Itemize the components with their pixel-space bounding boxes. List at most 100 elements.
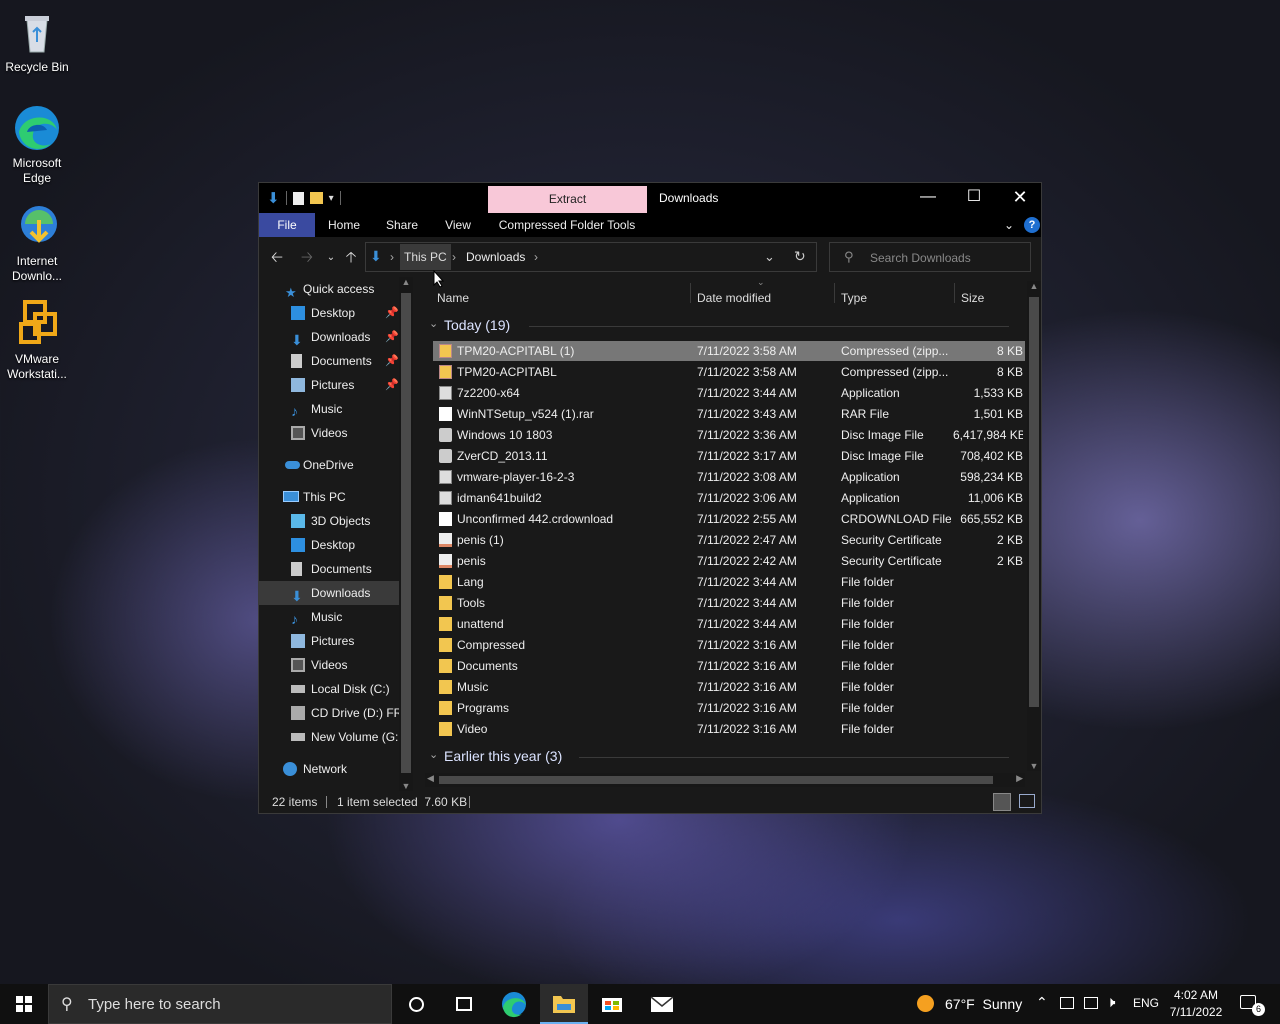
nav-this-pc[interactable]: This PC bbox=[259, 485, 399, 509]
file-row[interactable]: TPM20-ACPITABL (1) 7/11/2022 3:58 AM Compr… bbox=[433, 341, 1025, 361]
close-button[interactable]: ✕ bbox=[997, 183, 1043, 213]
scroll-right-arrow-icon[interactable]: ▶ bbox=[1016, 773, 1023, 784]
column-separator[interactable] bbox=[690, 283, 691, 303]
file-row[interactable]: TPM20-ACPITABL 7/11/2022 3:58 AM Compresse… bbox=[433, 362, 1025, 382]
file-row[interactable]: penis 7/11/2022 2:42 AM Security Certifica… bbox=[433, 551, 1025, 571]
nav-qa-music[interactable]: ♪ Music bbox=[259, 397, 399, 421]
nav-pc-desktop[interactable]: Desktop bbox=[259, 533, 399, 557]
column-separator[interactable] bbox=[954, 283, 955, 303]
scroll-left-arrow-icon[interactable]: ◀ bbox=[427, 773, 434, 784]
large-icons-view-icon[interactable] bbox=[1019, 794, 1035, 808]
volume-muted-icon[interactable]: 🕨 bbox=[1106, 994, 1115, 1011]
file-row[interactable]: Video 7/11/2022 3:16 AM File folder bbox=[433, 719, 1025, 739]
nav-network[interactable]: Network bbox=[259, 757, 399, 781]
forward-button[interactable]: 🡢 bbox=[297, 249, 317, 269]
column-name[interactable]: Name bbox=[437, 291, 469, 305]
breadcrumb-downloads[interactable]: Downloads bbox=[466, 250, 525, 264]
nav-qa-desktop[interactable]: Desktop 📌 bbox=[259, 301, 399, 325]
details-view-icon[interactable] bbox=[993, 793, 1011, 811]
taskbar-mail[interactable] bbox=[638, 984, 686, 1024]
nav-scrollbar[interactable]: ▲ ▼ bbox=[399, 277, 413, 791]
minimize-button[interactable]: — bbox=[905, 183, 951, 213]
breadcrumb-this-pc[interactable]: This PC bbox=[400, 244, 451, 270]
show-hidden-icons-chevron-icon[interactable]: ⌃ bbox=[1036, 994, 1048, 1011]
maximize-button[interactable]: ☐ bbox=[951, 183, 997, 213]
back-button[interactable]: 🡠 bbox=[267, 249, 287, 269]
column-date-modified[interactable]: Date modified bbox=[697, 291, 771, 305]
desktop-icon-idm[interactable]: Internet Downlo... bbox=[0, 202, 74, 284]
file-row[interactable]: Lang 7/11/2022 3:44 AM File folder bbox=[433, 572, 1025, 592]
tab-compressed-folder-tools[interactable]: Compressed Folder Tools bbox=[495, 213, 639, 237]
file-row[interactable]: ZverCD_2013.11 7/11/2022 3:17 AM Disc Imag… bbox=[433, 446, 1025, 466]
notification-center-button[interactable]: 6 bbox=[1234, 984, 1274, 1024]
nav-pc-local-disk[interactable]: Local Disk (C:) bbox=[259, 677, 399, 701]
scroll-up-arrow-icon[interactable]: ▲ bbox=[1027, 281, 1041, 291]
file-row[interactable]: Windows 10 1803 7/11/2022 3:36 AM Disc Ima… bbox=[433, 425, 1025, 445]
nav-quick-access[interactable]: ★ Quick access bbox=[259, 277, 399, 301]
file-row[interactable]: Programs 7/11/2022 3:16 AM File folder bbox=[433, 698, 1025, 718]
nav-pc-documents[interactable]: Documents bbox=[259, 557, 399, 581]
task-view-button[interactable] bbox=[440, 984, 488, 1024]
file-row[interactable]: Tools 7/11/2022 3:44 AM File folder bbox=[433, 593, 1025, 613]
file-list-scrollbar[interactable]: ▲ ▼ bbox=[1027, 281, 1041, 771]
scroll-up-arrow-icon[interactable]: ▲ bbox=[399, 277, 413, 287]
scroll-down-arrow-icon[interactable]: ▼ bbox=[399, 781, 413, 791]
column-size[interactable]: Size bbox=[961, 291, 984, 305]
taskbar-store[interactable] bbox=[588, 984, 636, 1024]
file-row[interactable]: Compressed 7/11/2022 3:16 AM File folder bbox=[433, 635, 1025, 655]
taskbar-file-explorer[interactable] bbox=[540, 984, 588, 1024]
column-type[interactable]: Type bbox=[841, 291, 867, 305]
nav-qa-pictures[interactable]: Pictures 📌 bbox=[259, 373, 399, 397]
tab-file[interactable]: File bbox=[259, 213, 315, 237]
taskbar-search-box[interactable]: ⚲ Type here to search bbox=[48, 984, 392, 1024]
clock[interactable]: 4:02 AM 7/11/2022 bbox=[1164, 987, 1228, 1021]
desktop-icon-edge[interactable]: Microsoft Edge bbox=[0, 104, 74, 186]
weather-widget[interactable]: 67°F Sunny bbox=[912, 984, 1024, 1024]
file-row[interactable]: Unconfirmed 442.crdownload 7/11/2022 2:55… bbox=[433, 509, 1025, 529]
tab-home[interactable]: Home bbox=[321, 213, 367, 237]
language-indicator[interactable]: ENG bbox=[1133, 996, 1159, 1010]
column-separator[interactable] bbox=[834, 283, 835, 303]
up-button[interactable]: 🡡 bbox=[341, 249, 361, 269]
nav-pc-videos[interactable]: Videos bbox=[259, 653, 399, 677]
file-scroll-thumb[interactable] bbox=[1029, 297, 1039, 707]
ribbon-expand-chevron-icon[interactable]: ⌄ bbox=[999, 213, 1019, 237]
file-row[interactable]: 7z2200-x64 7/11/2022 3:44 AM Application 1,… bbox=[433, 383, 1025, 403]
refresh-icon[interactable]: ↻ bbox=[794, 248, 806, 265]
scroll-down-arrow-icon[interactable]: ▼ bbox=[1027, 761, 1041, 771]
file-row[interactable]: unattend 7/11/2022 3:44 AM File folder bbox=[433, 614, 1025, 634]
nav-qa-documents[interactable]: Documents 📌 bbox=[259, 349, 399, 373]
nav-onedrive[interactable]: OneDrive bbox=[259, 453, 399, 477]
nav-pc-downloads[interactable]: ⬇ Downloads bbox=[259, 581, 399, 605]
nav-pc-3d-objects[interactable]: 3D Objects bbox=[259, 509, 399, 533]
file-row[interactable]: Music 7/11/2022 3:16 AM File folder bbox=[433, 677, 1025, 697]
nav-pc-pictures[interactable]: Pictures bbox=[259, 629, 399, 653]
network-tray-icon[interactable] bbox=[1084, 997, 1098, 1009]
customize-qat-chevron-icon[interactable]: ▾ bbox=[329, 193, 334, 204]
meet-now-icon[interactable] bbox=[1060, 997, 1074, 1009]
nav-qa-videos[interactable]: Videos bbox=[259, 421, 399, 445]
cortana-button[interactable] bbox=[392, 984, 440, 1024]
nav-scroll-thumb[interactable] bbox=[401, 293, 411, 773]
address-bar[interactable]: ⬇ › This PC › Downloads › ⌄ ↻ bbox=[365, 242, 817, 272]
tab-view[interactable]: View bbox=[437, 213, 479, 237]
new-folder-icon[interactable] bbox=[309, 192, 323, 204]
address-dropdown-chevron-icon[interactable]: ⌄ bbox=[764, 249, 775, 265]
desktop-icon-vmware[interactable]: VMware Workstati... bbox=[0, 300, 74, 382]
nav-pc-cd-drive[interactable]: CD Drive (D:) FR bbox=[259, 701, 399, 725]
help-icon[interactable]: ? bbox=[1024, 217, 1040, 233]
search-box[interactable]: ⚲ Search Downloads bbox=[829, 242, 1031, 272]
nav-pc-new-volume[interactable]: New Volume (G: bbox=[259, 725, 399, 749]
properties-icon[interactable] bbox=[292, 191, 304, 205]
recent-locations-chevron-icon[interactable]: ⌄ bbox=[321, 249, 341, 269]
tab-share[interactable]: Share bbox=[379, 213, 425, 237]
file-row[interactable]: vmware-player-16-2-3 7/11/2022 3:08 AM App… bbox=[433, 467, 1025, 487]
desktop-icon-recycle-bin[interactable]: Recycle Bin bbox=[0, 8, 74, 75]
horizontal-scrollbar[interactable]: ◀ ▶ bbox=[425, 773, 1025, 787]
extract-context-tab[interactable]: Extract bbox=[488, 186, 647, 213]
file-row[interactable]: Documents 7/11/2022 3:16 AM File folder bbox=[433, 656, 1025, 676]
h-scroll-thumb[interactable] bbox=[439, 776, 993, 784]
file-row[interactable]: WinNTSetup_v524 (1).rar 7/11/2022 3:43 AM… bbox=[433, 404, 1025, 424]
file-row[interactable]: penis (1) 7/11/2022 2:47 AM Security Certi… bbox=[433, 530, 1025, 550]
nav-qa-downloads[interactable]: ⬇ Downloads 📌 bbox=[259, 325, 399, 349]
